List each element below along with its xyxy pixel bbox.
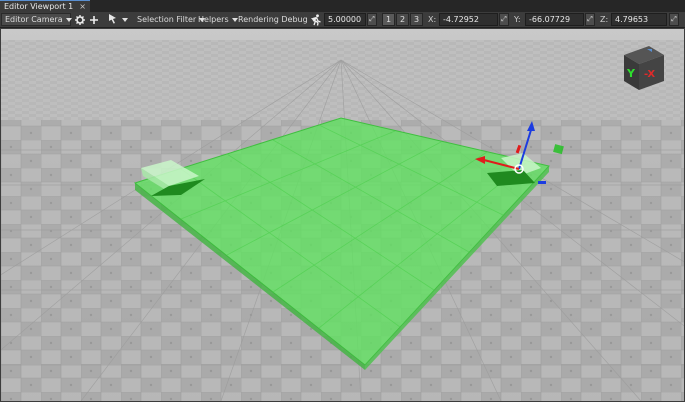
- view-cube-x-label: -X: [644, 69, 655, 80]
- tab-editor-viewport[interactable]: Editor Viewport 1 ×: [0, 0, 90, 12]
- viewport-toolbar: Editor Camera Selection Filter Helpers R…: [0, 12, 685, 28]
- plus-icon[interactable]: [88, 13, 100, 26]
- x-coordinate-field[interactable]: -4.72952: [439, 13, 498, 26]
- reset-arrow-icon: ⤢: [369, 15, 375, 23]
- view-cube-y-label: Y: [626, 67, 636, 80]
- grid-size-2-button[interactable]: 2: [396, 13, 410, 26]
- 3d-viewport[interactable]: Y -X: [1, 28, 684, 401]
- close-icon[interactable]: ×: [79, 2, 86, 11]
- reset-arrow-icon: ⤢: [501, 15, 507, 23]
- reset-arrow-icon: ⤢: [587, 15, 593, 23]
- rendering-debug-menu[interactable]: Rendering Debug: [236, 13, 319, 26]
- helpers-menu[interactable]: Helpers: [196, 13, 240, 26]
- z-coordinate-field[interactable]: 4.79653: [611, 13, 667, 26]
- running-man-icon[interactable]: [309, 13, 323, 26]
- camera-select-label: Editor Camera: [5, 15, 63, 24]
- grid-size-3-button[interactable]: 3: [410, 13, 424, 26]
- select-mode-dropdown[interactable]: [105, 13, 130, 26]
- y-reset-button[interactable]: ⤢: [585, 13, 595, 26]
- reset-arrow-icon: ⤢: [671, 15, 677, 23]
- cursor-icon: [107, 13, 119, 26]
- gear-icon[interactable]: [74, 13, 86, 26]
- camera-speed-field[interactable]: 5.00000: [324, 13, 366, 26]
- z-reset-button[interactable]: ⤢: [669, 13, 679, 26]
- chevron-down-icon: [65, 17, 72, 22]
- helpers-label: Helpers: [198, 15, 229, 24]
- grid-size-1-button[interactable]: 1: [382, 13, 396, 26]
- y-coordinate-field[interactable]: -66.07729: [525, 13, 584, 26]
- reset-speed-button[interactable]: ⤢: [367, 13, 377, 26]
- rendering-debug-label: Rendering Debug: [238, 15, 308, 24]
- selection-filter-label: Selection Filter: [137, 15, 197, 24]
- z-coordinate-label: Z:: [600, 15, 609, 24]
- x-coordinate-label: X:: [428, 15, 437, 24]
- tab-label: Editor Viewport 1: [4, 2, 74, 11]
- x-reset-button[interactable]: ⤢: [499, 13, 509, 26]
- camera-select[interactable]: Editor Camera: [1, 13, 72, 26]
- scene-canvas[interactable]: Y -X: [1, 28, 684, 401]
- chevron-down-icon: [122, 17, 128, 22]
- tab-bar: Editor Viewport 1 ×: [0, 0, 685, 12]
- y-coordinate-label: Y:: [514, 15, 521, 24]
